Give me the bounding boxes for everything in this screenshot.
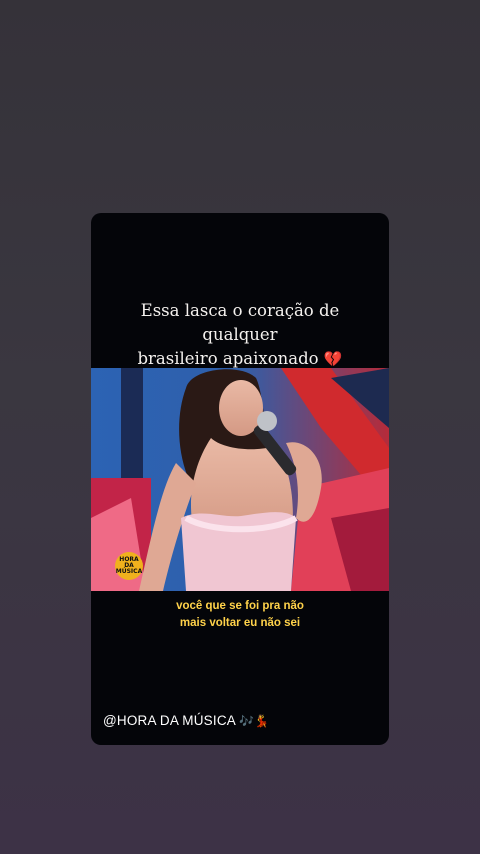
- lyrics-subtitle: você que se foi pra não mais voltar eu n…: [91, 598, 389, 632]
- mention-credit[interactable]: @HORA DA MÚSICA 🎶💃: [103, 713, 269, 728]
- subtitle-line-1: você que se foi pra não: [176, 600, 304, 612]
- story-caption: Essa lasca o coração de qualquer brasile…: [91, 299, 389, 371]
- subtitle-line-2: mais voltar eu não sei: [179, 617, 301, 629]
- caption-line-2: brasileiro apaixonado: [137, 349, 319, 368]
- mention-text[interactable]: @HORA DA MÚSICA: [103, 713, 235, 728]
- music-dance-emoji-icon: 🎶💃: [239, 714, 270, 728]
- caption-line-1: Essa lasca o coração de qualquer: [140, 301, 340, 344]
- video-frame[interactable]: HORA DA MÚSICA: [91, 368, 389, 591]
- broken-heart-icon: 💔: [323, 350, 343, 368]
- channel-logo: HORA DA MÚSICA: [115, 552, 143, 580]
- story-card[interactable]: Essa lasca o coração de qualquer brasile…: [91, 213, 389, 745]
